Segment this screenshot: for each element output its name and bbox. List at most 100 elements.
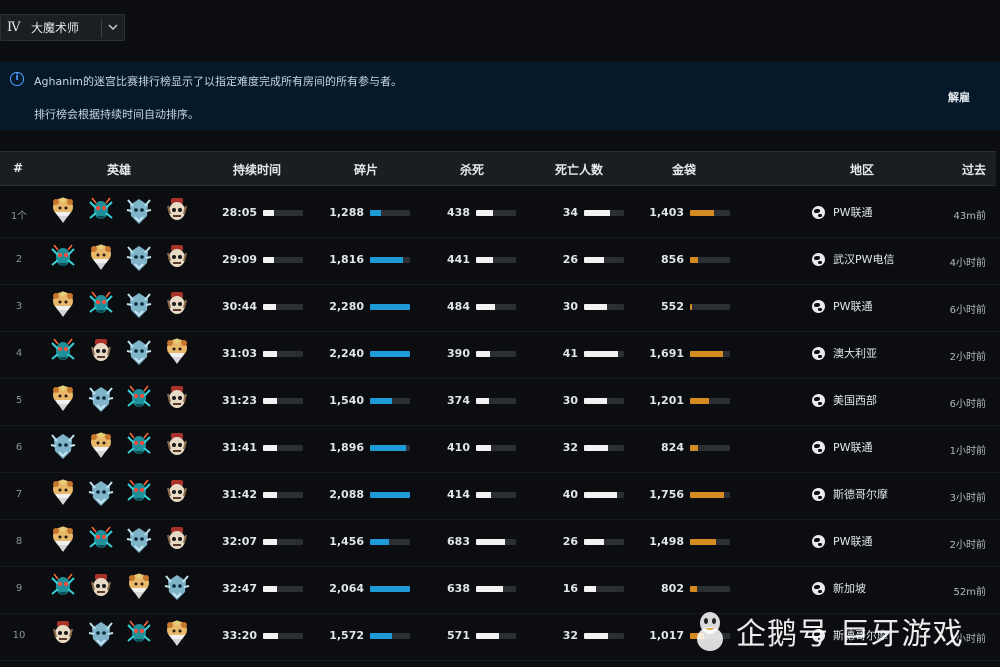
time-ago: 1小时前 [949, 446, 986, 457]
winter-wyvern-icon[interactable] [164, 572, 190, 602]
snapfire-icon[interactable] [88, 243, 114, 273]
chevron-down-icon[interactable] [107, 18, 119, 39]
region-name: PW联通 [833, 535, 873, 548]
duration-bar [263, 539, 303, 545]
table-row[interactable]: 9 32:47 2,064 638 16 802 新加坡 52m前 [0, 566, 1000, 614]
snapfire-icon[interactable] [164, 619, 190, 649]
shards-bar [370, 492, 410, 498]
column-rank[interactable]: # [13, 161, 23, 175]
witch-doctor-icon[interactable] [88, 572, 114, 602]
witch-doctor-icon[interactable] [164, 196, 190, 226]
column-region[interactable]: 地区 [850, 161, 874, 178]
weaver-icon[interactable] [126, 478, 152, 508]
kills-bar [476, 351, 516, 357]
region-cell: PW联通 [812, 204, 873, 220]
winter-wyvern-icon[interactable] [126, 243, 152, 273]
deaths-bar-fill [584, 398, 607, 404]
gold-value: 856 [661, 253, 684, 266]
kills-value: 438 [447, 206, 470, 219]
weaver-icon[interactable] [126, 384, 152, 414]
rank-cell: 1个 [10, 211, 28, 222]
hero-lineup [50, 384, 200, 418]
weaver-icon[interactable] [126, 619, 152, 649]
snapfire-icon[interactable] [164, 337, 190, 367]
weaver-icon[interactable] [88, 196, 114, 226]
winter-wyvern-icon[interactable] [88, 384, 114, 414]
witch-doctor-icon[interactable] [164, 431, 190, 461]
shards-bar-fill [370, 351, 410, 357]
column-deaths[interactable]: 死亡人数 [555, 161, 603, 178]
table-row[interactable]: 2 29:09 1,816 441 26 856 武汉PW电信 4小时前 [0, 237, 1000, 285]
deaths-bar [584, 633, 624, 639]
rank-cell: 5 [15, 395, 23, 406]
kills-value: 441 [447, 253, 470, 266]
witch-doctor-icon[interactable] [50, 619, 76, 649]
kills-value: 484 [447, 300, 470, 313]
hero-lineup [50, 431, 200, 465]
winter-wyvern-icon[interactable] [126, 337, 152, 367]
witch-doctor-icon[interactable] [164, 243, 190, 273]
shards-bar [370, 539, 410, 545]
witch-doctor-icon[interactable] [164, 290, 190, 320]
table-row[interactable]: 6 31:41 1,896 410 32 824 PW联通 1小时前 [0, 425, 1000, 473]
weaver-icon[interactable] [126, 431, 152, 461]
weaver-icon[interactable] [88, 525, 114, 555]
witch-doctor-icon[interactable] [164, 384, 190, 414]
table-row[interactable]: 5 31:23 1,540 374 30 1,201 美国西部 6小时前 [0, 378, 1000, 426]
deaths-bar [584, 210, 624, 216]
column-duration[interactable]: 持续时间 [233, 161, 281, 178]
snapfire-icon[interactable] [50, 525, 76, 555]
difficulty-dropdown[interactable]: IV 大魔术师 [0, 14, 125, 41]
hero-lineup [50, 337, 200, 371]
column-heroes[interactable]: 英雄 [107, 161, 131, 178]
snapfire-icon[interactable] [50, 196, 76, 226]
duration-bar-fill [263, 492, 277, 498]
gold-bar [690, 351, 730, 357]
snapfire-icon[interactable] [88, 431, 114, 461]
column-gold[interactable]: 金袋 [672, 161, 696, 178]
time-ago: 2小时前 [949, 352, 986, 363]
kills-bar-fill [476, 398, 490, 404]
weaver-icon[interactable] [88, 290, 114, 320]
deaths-bar-fill [584, 304, 607, 310]
duration-bar [263, 445, 303, 451]
gold-bar [690, 445, 730, 451]
snapfire-icon[interactable] [50, 384, 76, 414]
winter-wyvern-icon[interactable] [126, 525, 152, 555]
witch-doctor-icon[interactable] [88, 337, 114, 367]
snapfire-icon[interactable] [50, 478, 76, 508]
column-shards[interactable]: 碎片 [354, 161, 378, 178]
weaver-icon[interactable] [50, 572, 76, 602]
winter-wyvern-icon[interactable] [88, 619, 114, 649]
table-row[interactable]: 7 31:42 2,088 414 40 1,756 斯德哥尔摩 3小时前 [0, 472, 1000, 520]
weaver-icon[interactable] [50, 243, 76, 273]
table-row[interactable]: 1个 28:05 1,288 438 34 1,403 PW联通 43m前 [0, 190, 1000, 238]
gold-value: 1,756 [649, 488, 684, 501]
snapfire-icon[interactable] [126, 572, 152, 602]
top-bar: IV 大魔术师 [0, 0, 1000, 56]
hero-lineup [50, 572, 200, 606]
shards-bar-fill [370, 586, 410, 592]
snapfire-icon[interactable] [50, 290, 76, 320]
gold-value: 1,498 [649, 535, 684, 548]
witch-doctor-icon[interactable] [164, 478, 190, 508]
witch-doctor-icon[interactable] [164, 525, 190, 555]
duration-bar-fill [263, 304, 276, 310]
gold-bar [690, 210, 730, 216]
deaths-value: 32 [562, 441, 578, 454]
weaver-icon[interactable] [50, 337, 76, 367]
region-name: PW联通 [833, 441, 873, 454]
winter-wyvern-icon[interactable] [126, 290, 152, 320]
duration-bar [263, 351, 303, 357]
winter-wyvern-icon[interactable] [50, 431, 76, 461]
winter-wyvern-icon[interactable] [88, 478, 114, 508]
table-row[interactable]: 3 30:44 2,280 484 30 552 PW联通 6小时前 [0, 284, 1000, 332]
duration-value: 32:07 [221, 535, 257, 548]
table-row[interactable]: 8 32:07 1,456 683 26 1,498 PW联通 2小时前 [0, 519, 1000, 567]
table-row[interactable]: 4 31:03 2,240 390 41 1,691 澳大利亚 2小时前 [0, 331, 1000, 379]
column-kills[interactable]: 杀死 [460, 161, 484, 178]
gold-bar-fill [690, 304, 693, 310]
winter-wyvern-icon[interactable] [126, 196, 152, 226]
column-ago[interactable]: 过去 [962, 161, 986, 178]
dismiss-button[interactable]: 解雇 [948, 89, 970, 105]
